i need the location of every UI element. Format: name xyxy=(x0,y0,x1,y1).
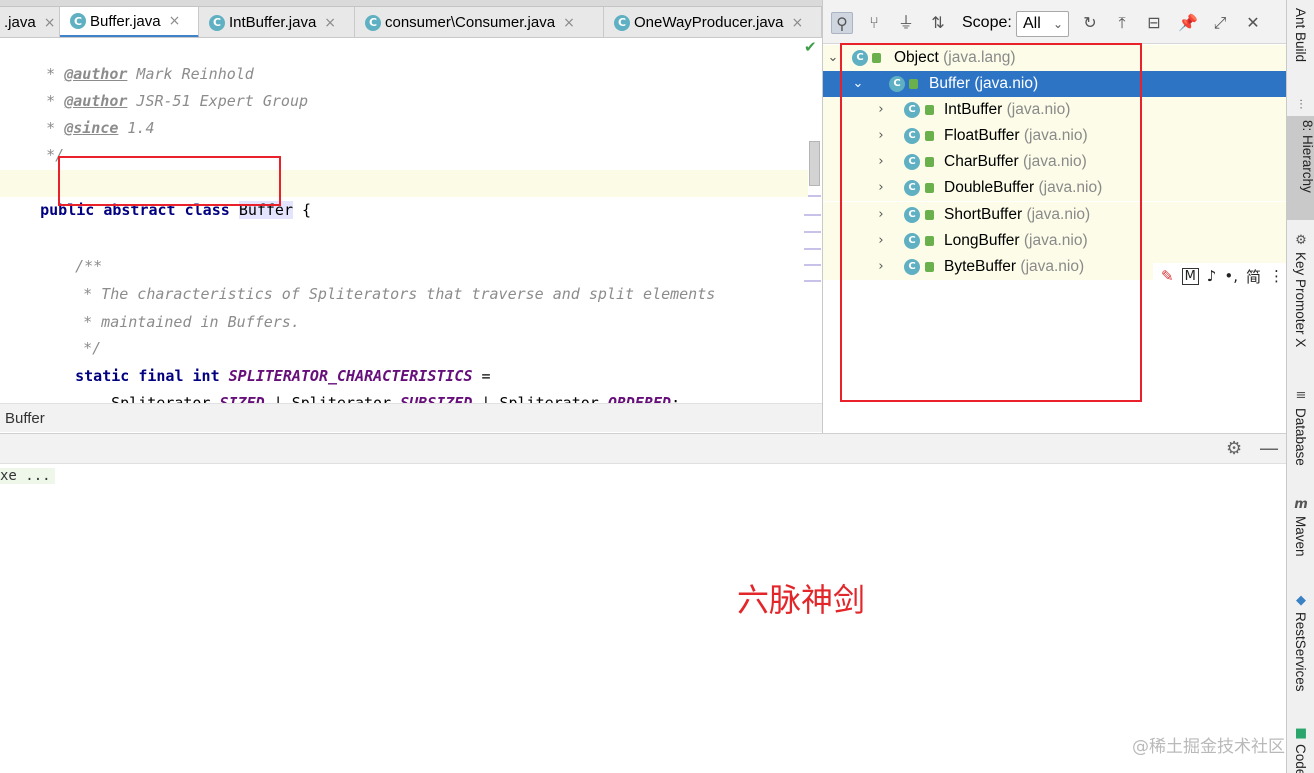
moon-icon[interactable]: ♪ xyxy=(1207,267,1217,285)
close-icon[interactable]: ✕ xyxy=(1242,12,1264,34)
code-line: Spliterator.SIZED | Spliterator.SUBSIZED… xyxy=(111,394,681,403)
scope-label: Scope: xyxy=(962,14,1012,31)
code-line: * @author Mark Reinhold xyxy=(46,65,254,83)
hierarchy-toolbar: ⚲ ⑂ ⏚ ⇅ Scope: All ⌄ ↻ ⤒ ⊟ 📌 ⤢ ✕ xyxy=(823,0,1287,44)
tab-label: OneWayProducer.java xyxy=(634,14,784,31)
scroll-marker xyxy=(804,280,821,282)
hierarchy-panel: ⚲ ⑂ ⏚ ⇅ Scope: All ⌄ ↻ ⤒ ⊟ 📌 ⤢ ✕ ⌄ C Obj… xyxy=(822,0,1287,433)
code-line: */ xyxy=(46,146,65,164)
tab-label: consumer\Consumer.java xyxy=(385,14,556,31)
tab-close-icon[interactable]: × xyxy=(792,15,804,31)
editor-tab-bar: .java × C Buffer.java × C IntBuffer.java… xyxy=(0,0,822,38)
highlight-box-class-declaration xyxy=(58,156,281,206)
punctuation-icon[interactable]: •, xyxy=(1224,267,1238,285)
highlight-box-hierarchy xyxy=(840,43,1142,402)
gear-icon[interactable]: ⚙ xyxy=(1226,438,1242,459)
tool-tab-key-promoter[interactable]: Key Promoter X xyxy=(1293,252,1308,347)
right-tool-strip: Ant Build ⫶ 8: Hierarchy ⚙ Key Promoter … xyxy=(1286,0,1314,773)
supertypes-hierarchy-icon[interactable]: ⑂ xyxy=(863,12,885,34)
tool-tab-rest-services[interactable]: RestServices xyxy=(1293,612,1308,692)
tab-close-icon[interactable]: × xyxy=(563,15,575,31)
floating-toolbar: ✎ M ♪ •, 简 ⋮ xyxy=(1153,263,1286,289)
tool-tab-code[interactable]: Code xyxy=(1293,744,1308,773)
tab-buffer-java[interactable]: C Buffer.java × xyxy=(60,7,199,37)
tool-tab-ant-build[interactable]: Ant Build xyxy=(1293,8,1308,62)
tool-tab-database[interactable]: Database xyxy=(1293,408,1308,466)
tab-intbuffer-java[interactable]: C IntBuffer.java × xyxy=(199,7,355,37)
simplified-icon[interactable]: 简 xyxy=(1246,266,1261,287)
code-icon: ■ xyxy=(1294,726,1308,741)
editor-scrollbar-thumb[interactable] xyxy=(809,141,820,186)
tab-label: .java xyxy=(4,14,36,31)
scope-value: All xyxy=(1023,15,1041,32)
run-output-text: xe ... xyxy=(0,468,55,484)
class-icon: C xyxy=(614,14,630,31)
tab-close-icon[interactable]: × xyxy=(169,13,181,29)
bottom-tool-window: ⚙ — xe ... 六脉神剑 @稀土掘金技术社区 xyxy=(0,433,1286,773)
code-editor[interactable]: ✔ * @author Mark Reinhold * @author JSR-… xyxy=(0,38,822,403)
code-line: * maintained in Buffers. xyxy=(83,313,300,331)
tab-java[interactable]: .java × xyxy=(0,7,60,37)
breadcrumb[interactable]: Buffer xyxy=(0,403,822,432)
inspection-ok-icon: ✔ xyxy=(804,38,817,56)
tab-label: Buffer.java xyxy=(90,12,161,30)
code-line: * @since 1.4 xyxy=(46,119,155,137)
tab-close-icon[interactable]: × xyxy=(324,15,336,31)
scroll-marker xyxy=(804,248,821,250)
tab-onewayproducer-java[interactable]: C OneWayProducer.java × xyxy=(604,7,822,37)
maven-icon: m xyxy=(1294,497,1308,512)
pin-icon[interactable]: 📌 xyxy=(1177,12,1199,34)
code-line: /** xyxy=(75,257,103,275)
scope-dropdown[interactable]: All ⌄ xyxy=(1016,11,1069,37)
rest-services-icon: ◆ xyxy=(1296,593,1306,608)
key-promoter-icon: ⚙ xyxy=(1295,233,1307,248)
tab-bar-top-strip xyxy=(0,0,822,7)
minimize-icon[interactable]: — xyxy=(1259,436,1279,460)
annotation-text: 六脉神剑 xyxy=(737,581,866,619)
tab-label: IntBuffer.java xyxy=(229,14,317,31)
scroll-marker xyxy=(804,264,821,266)
note-icon[interactable]: ✎ xyxy=(1161,267,1174,285)
code-line: static final int SPLITERATOR_CHARACTERIS… xyxy=(75,367,491,385)
bottom-panel-header: ⚙ — xyxy=(0,433,1286,464)
abstract-class-icon: C xyxy=(70,13,86,29)
tool-tab-maven[interactable]: Maven xyxy=(1293,516,1308,557)
breadcrumb-item[interactable]: Buffer xyxy=(5,410,45,427)
class-hierarchy-icon[interactable]: ⏚ xyxy=(895,12,917,34)
abstract-class-icon: C xyxy=(209,14,225,31)
tab-close-icon[interactable]: × xyxy=(44,15,56,31)
hierarchy-icon: ⫶ xyxy=(1299,98,1303,113)
scroll-marker xyxy=(804,231,821,233)
more-icon[interactable]: ⋮ xyxy=(1269,267,1284,285)
tool-tab-hierarchy[interactable]: 8: Hierarchy xyxy=(1287,116,1314,220)
sort-alpha-icon[interactable]: ⇅ xyxy=(927,12,949,34)
m-icon[interactable]: M xyxy=(1181,267,1199,285)
class-icon: C xyxy=(365,14,381,31)
code-line: * The characteristics of Spliterators th… xyxy=(83,285,716,303)
expand-arrow-icon[interactable]: ⌄ xyxy=(826,45,840,71)
collapse-all-icon[interactable]: ⊟ xyxy=(1143,12,1165,34)
chevron-down-icon: ⌄ xyxy=(1052,17,1063,31)
open-in-window-icon[interactable]: ⤢ xyxy=(1209,12,1231,34)
code-line: */ xyxy=(83,339,102,357)
subtypes-hierarchy-icon[interactable]: ⚲ xyxy=(831,12,853,34)
refresh-icon[interactable]: ↻ xyxy=(1079,12,1101,34)
watermark: @稀土掘金技术社区 xyxy=(1132,737,1285,757)
database-icon: ≡ xyxy=(1295,388,1307,403)
scroll-marker xyxy=(804,214,821,216)
code-line: * @author JSR-51 Expert Group xyxy=(46,92,309,110)
export-icon[interactable]: ⤒ xyxy=(1111,12,1133,34)
tab-consumer-java[interactable]: C consumer\Consumer.java × xyxy=(355,7,604,37)
